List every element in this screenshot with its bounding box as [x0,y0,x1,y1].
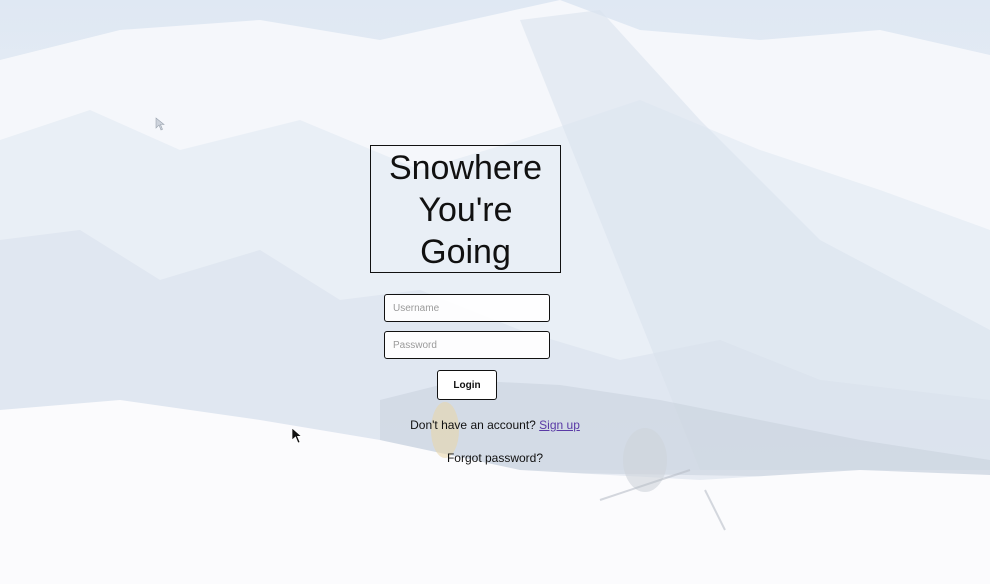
app-title-box: Snowhere You're Going [370,145,561,273]
signup-row: Don't have an account? Sign up [0,418,990,432]
background-mountain-photo [0,0,990,584]
username-input[interactable] [384,294,550,322]
login-button[interactable]: Login [437,370,497,400]
app-title-line-1: Snowhere [388,149,543,187]
mouse-pointer-icon [155,117,165,131]
app-title-line-2: You're [418,191,513,229]
app-title-line-3: Going [420,233,511,271]
forgot-password-link[interactable]: Forgot password? [0,451,990,465]
signup-link[interactable]: Sign up [539,418,580,432]
signup-prompt: Don't have an account? [410,418,536,432]
password-input[interactable] [384,331,550,359]
mouse-pointer-icon [291,427,303,444]
